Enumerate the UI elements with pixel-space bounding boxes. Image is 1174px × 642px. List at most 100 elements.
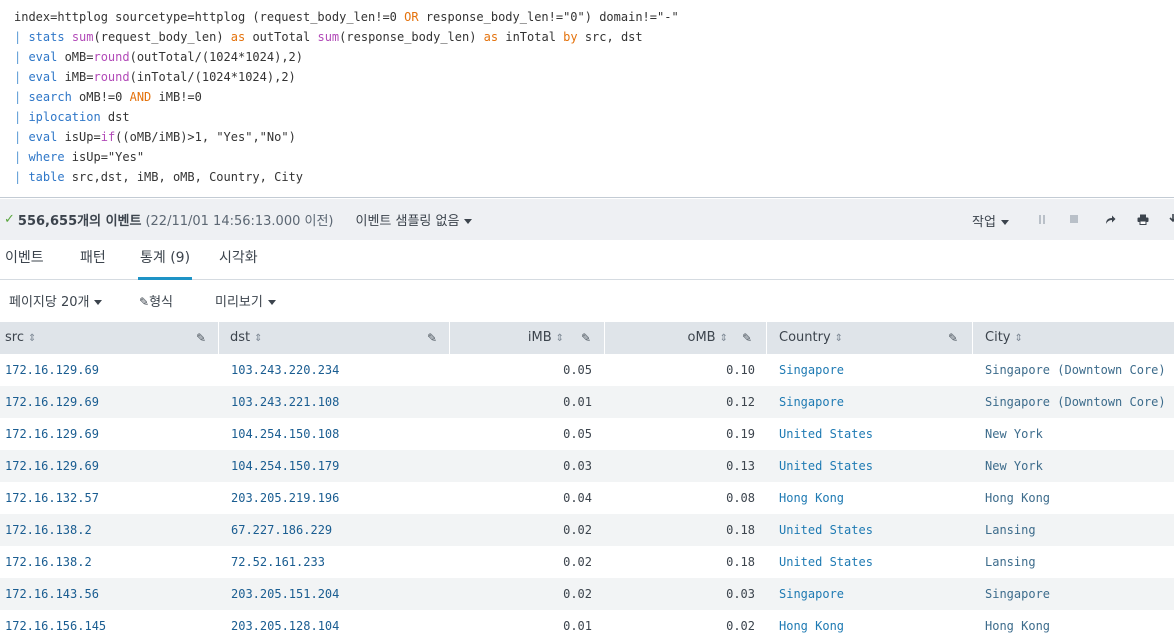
cell-src[interactable]: 172.16.129.69 [5, 386, 215, 418]
query-keyword: AND [129, 90, 152, 104]
sampling-dropdown[interactable]: 이벤트 샘플링 없음 [356, 210, 473, 229]
pencil-icon[interactable]: ✎ [196, 322, 206, 354]
cell-imb[interactable]: 0.03 [450, 450, 592, 482]
tab-events[interactable]: 이벤트 [5, 240, 44, 280]
cell-country[interactable]: Singapore [779, 386, 969, 418]
check-icon: ✓ [4, 212, 15, 227]
cell-omb[interactable]: 0.03 [605, 578, 755, 610]
share-icon[interactable] [1103, 212, 1117, 226]
cell-imb[interactable]: 0.02 [450, 578, 592, 610]
cell-city[interactable]: Singapore (Downtown Core) [985, 354, 1174, 386]
cell-src[interactable]: 172.16.132.57 [5, 482, 215, 514]
stop-icon[interactable] [1067, 212, 1081, 226]
event-count[interactable]: 556,655개의 이벤트 [18, 210, 142, 229]
query-command: eval [28, 70, 58, 84]
cell-src[interactable]: 172.16.138.2 [5, 514, 215, 546]
query-line-1: index=httplog sourcetype=httplog (reques… [14, 7, 1174, 27]
cell-src[interactable]: 172.16.156.145 [5, 610, 215, 642]
cell-city[interactable]: Lansing [985, 546, 1174, 578]
cell-omb[interactable]: 0.18 [605, 514, 755, 546]
column-header-country[interactable]: Country ⇕ ✎ [767, 322, 973, 354]
cell-omb[interactable]: 0.10 [605, 354, 755, 386]
cell-city[interactable]: Lansing [985, 514, 1174, 546]
cell-omb[interactable]: 0.12 [605, 386, 755, 418]
query-function: round [93, 50, 130, 64]
sort-icon: ⇕ [719, 333, 728, 344]
tab-patterns[interactable]: 패턴 [80, 240, 106, 280]
query-pipe: | [14, 90, 29, 104]
per-page-dropdown[interactable]: 페이지당 20개 [9, 291, 103, 310]
cell-dst[interactable]: 203.205.128.104 [231, 610, 446, 642]
cell-country[interactable]: United States [779, 418, 969, 450]
cell-country[interactable]: Hong Kong [779, 482, 969, 514]
query-keyword: by [563, 30, 578, 44]
column-header-src[interactable]: src ⇕ ✎ [0, 322, 219, 354]
query-text: (response_body_len) [339, 30, 484, 44]
cell-src[interactable]: 172.16.138.2 [5, 546, 215, 578]
sort-icon: ⇕ [27, 333, 37, 344]
cell-src[interactable]: 172.16.143.56 [5, 578, 215, 610]
column-header-city[interactable]: City ⇕ [973, 322, 1174, 354]
pencil-icon[interactable]: ✎ [581, 322, 591, 354]
query-command: table [28, 170, 65, 184]
cell-src[interactable]: 172.16.129.69 [5, 354, 215, 386]
cell-dst[interactable]: 72.52.161.233 [231, 546, 446, 578]
preview-dropdown[interactable]: 미리보기 [215, 291, 276, 310]
cell-omb[interactable]: 0.18 [605, 546, 755, 578]
search-query-editor[interactable]: index=httplog sourcetype=httplog (reques… [0, 0, 1174, 198]
query-line-6: | iplocation dst [14, 107, 1174, 127]
cell-city[interactable]: Hong Kong [985, 482, 1174, 514]
cell-city[interactable]: Singapore [985, 578, 1174, 610]
column-header-dst[interactable]: dst ⇕ ✎ [219, 322, 450, 354]
cell-country[interactable]: United States [779, 546, 969, 578]
cell-imb[interactable]: 0.04 [450, 482, 592, 514]
cell-dst[interactable]: 103.243.220.234 [231, 354, 446, 386]
cell-country[interactable]: Hong Kong [779, 610, 969, 642]
query-command: eval [28, 50, 58, 64]
export-icon[interactable] [1166, 212, 1174, 226]
preview-label: 미리보기 [215, 295, 263, 310]
table-row: 172.16.132.57 203.205.219.196 0.04 0.08 Hong… [0, 482, 1174, 514]
query-text: response_body_len!="0") domain!="-" [418, 10, 679, 24]
job-menu-button[interactable]: 작업 [972, 211, 1009, 230]
cell-country[interactable]: United States [779, 514, 969, 546]
cell-city[interactable]: Hong Kong [985, 610, 1174, 642]
query-keyword: as [483, 30, 499, 44]
cell-dst[interactable]: 104.254.150.108 [231, 418, 446, 450]
cell-city[interactable]: New York [985, 450, 1174, 482]
cell-imb[interactable]: 0.05 [450, 354, 592, 386]
cell-imb[interactable]: 0.02 [450, 514, 592, 546]
cell-dst[interactable]: 104.254.150.179 [231, 450, 446, 482]
cell-country[interactable]: Singapore [779, 354, 969, 386]
cell-country[interactable]: Singapore [779, 578, 969, 610]
cell-omb[interactable]: 0.13 [605, 450, 755, 482]
cell-dst[interactable]: 67.227.186.229 [231, 514, 446, 546]
cell-dst[interactable]: 203.205.151.204 [231, 578, 446, 610]
cell-country[interactable]: United States [779, 450, 969, 482]
tab-visualization[interactable]: 시각화 [219, 240, 258, 280]
cell-imb[interactable]: 0.02 [450, 546, 592, 578]
cell-city[interactable]: Singapore (Downtown Core) [985, 386, 1174, 418]
column-header-omb[interactable]: oMB ⇕ ✎ [605, 322, 767, 354]
tab-statistics[interactable]: 통계 (9) [138, 240, 193, 280]
print-icon[interactable] [1136, 212, 1150, 226]
cell-imb[interactable]: 0.01 [450, 610, 592, 642]
cell-src[interactable]: 172.16.129.69 [5, 450, 215, 482]
cell-omb[interactable]: 0.02 [605, 610, 755, 642]
cell-dst[interactable]: 203.205.219.196 [231, 482, 446, 514]
query-pipe: | [14, 30, 29, 44]
pause-icon[interactable] [1035, 212, 1049, 226]
cell-omb[interactable]: 0.19 [605, 418, 755, 450]
pencil-icon[interactable]: ✎ [742, 322, 752, 354]
cell-omb[interactable]: 0.08 [605, 482, 755, 514]
cell-dst[interactable]: 103.243.221.108 [231, 386, 446, 418]
pencil-icon[interactable]: ✎ [427, 322, 437, 354]
cell-src[interactable]: 172.16.129.69 [5, 418, 215, 450]
cell-city[interactable]: New York [985, 418, 1174, 450]
pencil-icon[interactable]: ✎ [948, 322, 958, 354]
column-header-imb[interactable]: iMB ⇕ ✎ [450, 322, 605, 354]
cell-imb[interactable]: 0.01 [450, 386, 592, 418]
format-button[interactable]: ✎형식 [139, 291, 173, 310]
cell-imb[interactable]: 0.05 [450, 418, 592, 450]
event-time-range: (22/11/01 14:56:13.000 이전) [145, 214, 334, 229]
